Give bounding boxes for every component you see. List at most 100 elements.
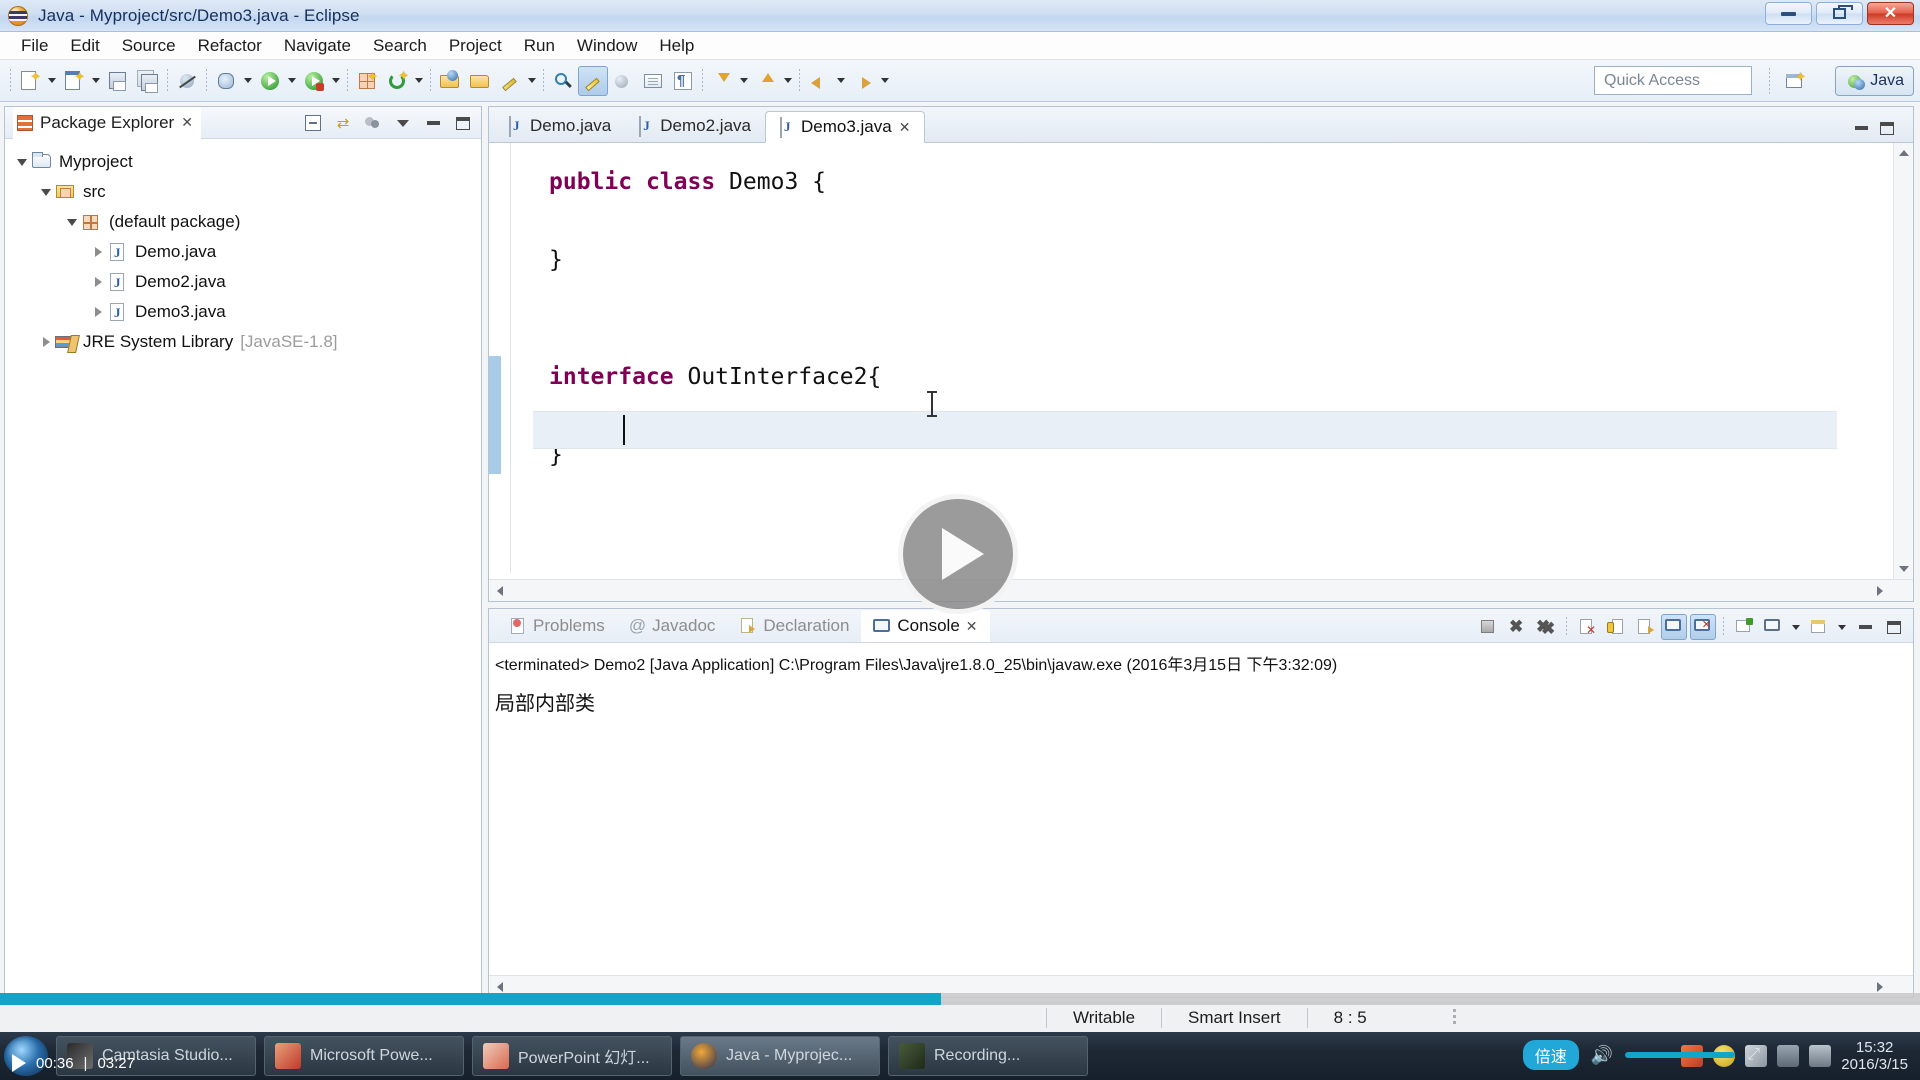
menu-project[interactable]: Project [438,34,513,58]
display-selected-console-button[interactable] [1760,614,1786,640]
editor-horizontal-scrollbar[interactable] [489,579,1913,601]
tree-item-default-package[interactable]: (default package) [11,207,481,237]
pin-console-button[interactable] [1731,614,1757,640]
play-icon[interactable] [12,1054,26,1072]
maximize-view-button[interactable] [1881,614,1907,640]
editor-vertical-ruler[interactable] [489,143,511,573]
external-tools-dropdown[interactable] [329,66,343,96]
perspective-java-button[interactable]: Java [1835,66,1914,96]
new-java-class-dropdown[interactable] [89,66,103,96]
focus-on-active-task-button[interactable] [361,111,385,135]
run-dropdown[interactable] [285,66,299,96]
remove-launch-button[interactable]: ✖ [1504,614,1530,640]
tree-item-jre-system-library[interactable]: JRE System Library [JavaSE-1.8] [11,327,481,357]
debug-button[interactable] [211,66,241,96]
twisty-collapsed-icon[interactable] [37,337,55,347]
open-console-dropdown[interactable] [1835,612,1849,642]
skip-breakpoints-button[interactable] [608,66,638,96]
editor-minimize-button[interactable] [1849,116,1873,140]
twisty-collapsed-icon[interactable] [89,307,107,317]
new-wizard-button[interactable]: ✦ [15,66,45,96]
volume-icon[interactable]: 🔊 [1591,1045,1613,1066]
show-console-on-error-button[interactable]: ✕ [1690,614,1716,640]
scroll-up-button[interactable] [1895,144,1913,162]
clear-console-button[interactable]: ✕ [1574,614,1600,640]
maximize-view-button[interactable] [451,111,475,135]
video-play-button[interactable] [898,494,1018,614]
restore-button[interactable] [1816,2,1863,25]
console-output[interactable]: <terminated> Demo2 [Java Application] C:… [489,643,1913,975]
refresh-dropdown[interactable] [412,66,426,96]
marker-dropdown[interactable] [525,66,539,96]
open-perspective-button[interactable]: ✦ [1782,69,1808,93]
editor-vertical-scrollbar[interactable] [1893,143,1913,579]
display-console-dropdown[interactable] [1789,612,1803,642]
twisty-collapsed-icon[interactable] [89,277,107,287]
terminate-button[interactable] [1475,614,1501,640]
next-annotation-button[interactable] [707,66,737,96]
open-console-button[interactable] [1806,614,1832,640]
menu-navigate[interactable]: Navigate [273,34,362,58]
quick-access-input[interactable]: Quick Access [1594,66,1752,95]
previous-annotation-dropdown[interactable] [781,66,795,96]
refresh-button[interactable]: ✦ [382,66,412,96]
tab-console[interactable]: Console ✕ [861,610,990,642]
minimize-button[interactable] [1765,2,1812,25]
taskbar-item-powerpoint[interactable]: Microsoft Powe... [264,1036,464,1076]
forward-dropdown[interactable] [878,66,892,96]
volume-slider[interactable] [1625,1052,1736,1058]
close-icon[interactable]: ✕ [181,114,193,131]
twisty-expanded-icon[interactable] [13,158,31,166]
word-wrap-button[interactable] [1632,614,1658,640]
tab-demo2-java[interactable]: Demo2.java [625,110,765,142]
twisty-collapsed-icon[interactable] [89,247,107,257]
taskbar-item-powerpoint-show[interactable]: PowerPoint 幻灯... [472,1036,672,1076]
twisty-expanded-icon[interactable] [37,188,55,196]
minimize-view-button[interactable] [1852,614,1878,640]
open-type-button[interactable] [435,66,465,96]
scroll-left-button[interactable] [491,582,509,600]
show-console-on-output-button[interactable] [1661,614,1687,640]
save-button[interactable] [103,66,133,96]
video-progress-bar[interactable] [0,993,1920,1005]
menu-help[interactable]: Help [648,34,705,58]
expand-icon[interactable]: ⤢ [1747,1046,1760,1064]
editor-overview-ruler[interactable] [1875,143,1891,573]
mark-occurrences-button[interactable]: ¶ [668,66,698,96]
menu-file[interactable]: File [10,34,59,58]
tree-item-demo3-java[interactable]: Demo3.java [11,297,481,327]
save-all-button[interactable] [133,66,163,96]
marker-button[interactable] [495,66,525,96]
scroll-right-button[interactable] [1871,582,1889,600]
new-package-button[interactable]: ✦ [352,66,382,96]
menu-search[interactable]: Search [362,34,438,58]
highlight-button[interactable] [578,65,608,96]
tab-demo-java[interactable]: Demo.java [495,110,625,142]
close-icon[interactable]: ✕ [899,119,911,136]
package-explorer-tab[interactable]: Package Explorer ✕ [13,106,201,139]
menu-window[interactable]: Window [566,34,648,58]
previous-annotation-button[interactable] [751,66,781,96]
next-annotation-dropdown[interactable] [737,66,751,96]
toggle-breakpoint-button[interactable] [172,66,202,96]
tree-item-demo-java[interactable]: Demo.java [11,237,481,267]
external-tools-button[interactable] [299,66,329,96]
minimize-view-button[interactable] [421,111,445,135]
tree-item-src[interactable]: src [11,177,481,207]
taskbar-clock[interactable]: 15:32 2016/3/15 [1841,1039,1908,1074]
twisty-expanded-icon[interactable] [63,218,81,226]
taskbar-item-eclipse[interactable]: Java - Myprojec... [680,1036,880,1076]
signal-icon[interactable] [1809,1045,1832,1067]
code-editor[interactable]: public class Demo3 { } interface OutInte… [511,143,1875,573]
open-task-button[interactable] [465,66,495,96]
menu-source[interactable]: Source [111,34,187,58]
network-icon[interactable] [1777,1045,1800,1067]
back-dropdown[interactable] [834,66,848,96]
tree-item-demo2-java[interactable]: Demo2.java [11,267,481,297]
menu-edit[interactable]: Edit [59,34,110,58]
status-resize-grip[interactable] [1452,1008,1456,1027]
editor-maximize-button[interactable] [1875,116,1899,140]
scroll-down-button[interactable] [1895,560,1913,578]
video-speed-button[interactable]: 倍速 [1522,1040,1579,1070]
search-button[interactable] [548,66,578,96]
